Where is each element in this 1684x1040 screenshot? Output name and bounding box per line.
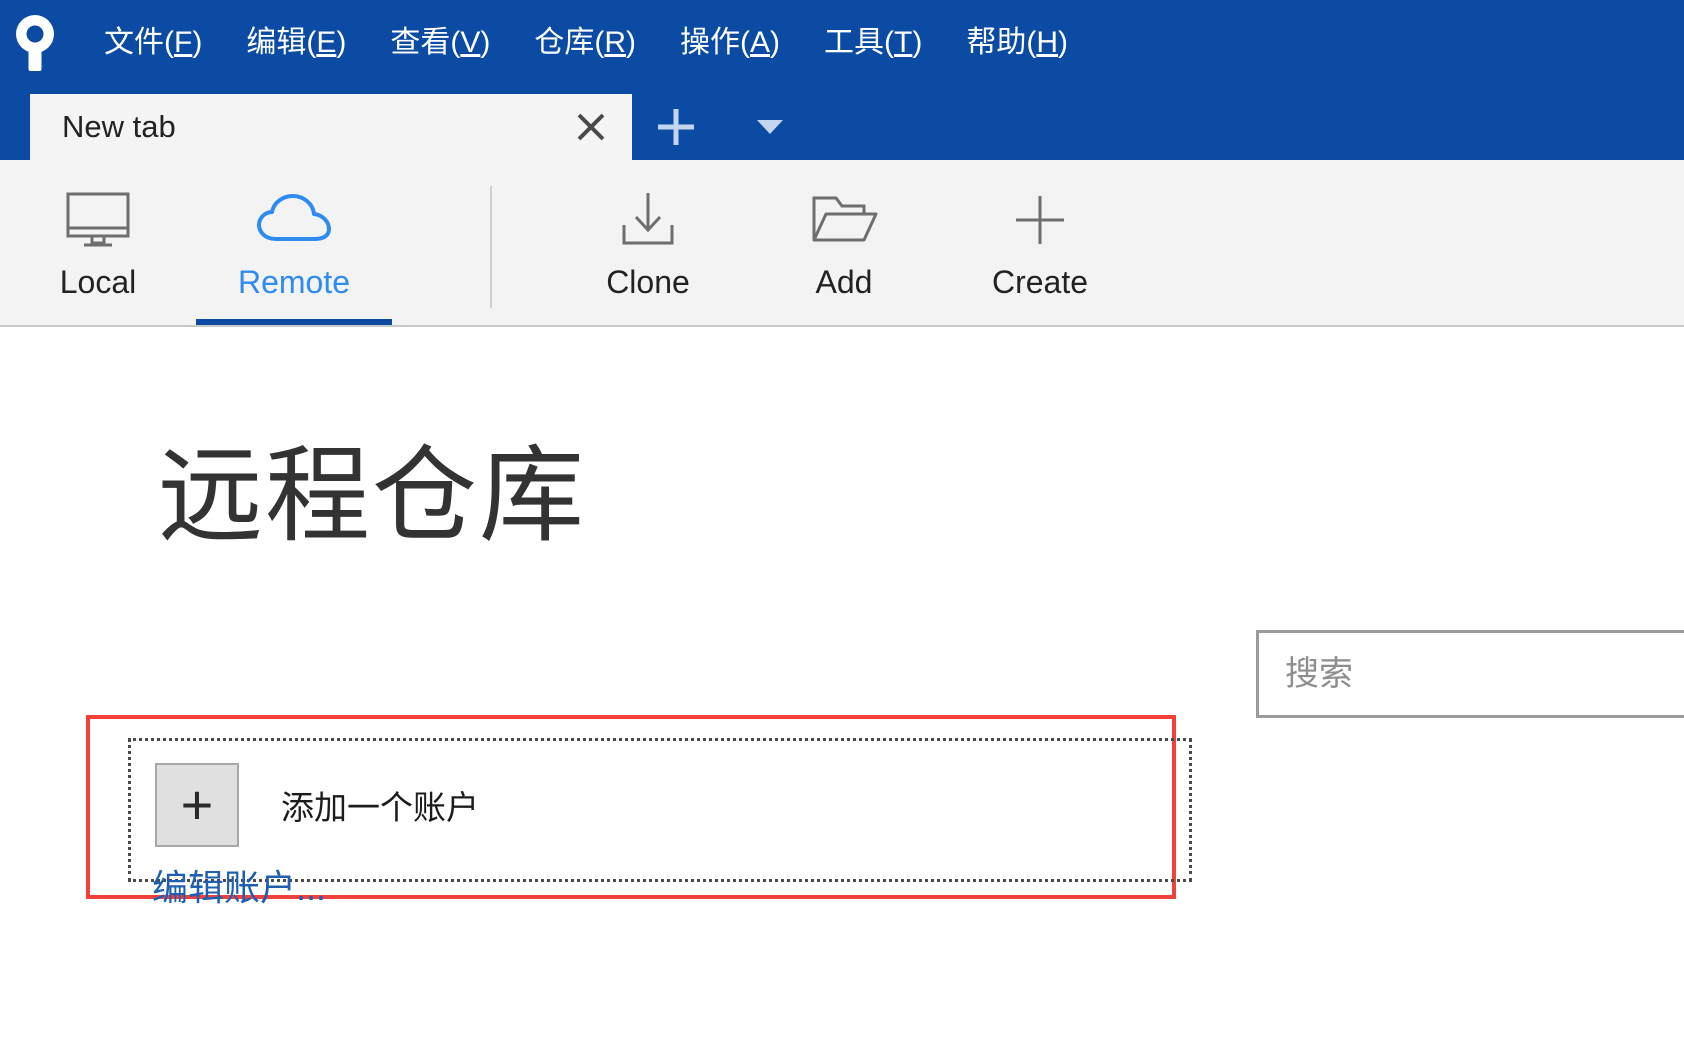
toolbar-button-add[interactable]: Add	[746, 160, 942, 325]
tab-label: New tab	[62, 109, 176, 144]
edit-accounts-link[interactable]: 编辑账户...	[152, 859, 326, 911]
menu-tools-label: 工具	[824, 26, 885, 59]
title-bar: 文件(F) 编辑(E) 查看(V) 仓库(R) 操作(A) 工具(T) 帮助(H…	[0, 0, 1684, 86]
menu-bar: 文件(F) 编辑(E) 查看(V) 仓库(R) 操作(A) 工具(T) 帮助(H…	[82, 0, 1090, 86]
menu-file[interactable]: 文件(F)	[82, 18, 224, 68]
menu-edit-label: 编辑	[246, 26, 307, 59]
menu-repository-accel: R	[604, 26, 627, 59]
toolbar-label-local: Local	[59, 264, 137, 300]
toolbar-button-create[interactable]: Create	[942, 160, 1138, 325]
close-icon[interactable]	[568, 104, 614, 150]
toolbar-right-group: Clone Add Create	[550, 160, 1138, 325]
toolbar-button-clone[interactable]: Clone	[550, 160, 746, 325]
toolbar-divider	[490, 186, 492, 308]
menu-view-accel: V	[460, 26, 481, 59]
menu-edit-accel: E	[316, 26, 337, 59]
add-account-label: 添加一个账户	[281, 789, 479, 826]
menu-help-accel: H	[1036, 26, 1059, 59]
toolbar-button-local[interactable]: Local	[0, 160, 196, 325]
menu-file-accel: F	[174, 26, 193, 59]
download-icon	[616, 184, 680, 256]
menu-help[interactable]: 帮助(H)	[944, 18, 1090, 68]
menu-edit[interactable]: 编辑(E)	[224, 18, 368, 68]
menu-actions-accel: A	[750, 26, 771, 59]
menu-view[interactable]: 查看(V)	[368, 18, 512, 68]
menu-repository-label: 仓库	[534, 26, 595, 59]
search-box[interactable]	[1256, 630, 1684, 718]
cloud-icon	[256, 184, 332, 256]
content-area: 远程仓库 + 添加一个账户 编辑账户...	[0, 329, 1684, 1040]
toolbar-label-create: Create	[991, 264, 1089, 300]
menu-repository[interactable]: 仓库(R)	[512, 18, 658, 68]
toolbar-label-remote: Remote	[237, 264, 351, 300]
add-account-button[interactable]: + 添加一个账户	[155, 763, 479, 847]
plus-icon	[1010, 184, 1070, 256]
tab-strip: New tab	[0, 86, 1684, 160]
menu-tools[interactable]: 工具(T)	[802, 18, 944, 68]
menu-actions[interactable]: 操作(A)	[658, 18, 802, 68]
menu-view-label: 查看	[390, 26, 451, 59]
sourcetree-logo-icon	[0, 0, 70, 86]
tab-new-tab[interactable]: New tab	[30, 94, 632, 160]
toolbar-label-clone: Clone	[606, 264, 690, 300]
main-toolbar: Local Remote Clone Add Create	[0, 160, 1684, 327]
menu-help-label: 帮助	[966, 26, 1027, 59]
menu-tools-accel: T	[894, 26, 913, 59]
menu-file-label: 文件	[104, 26, 164, 59]
monitor-icon	[64, 184, 132, 256]
toolbar-label-add: Add	[815, 264, 873, 300]
page-title: 远程仓库	[158, 438, 587, 555]
plus-icon[interactable]	[646, 94, 706, 160]
toolbar-button-remote[interactable]: Remote	[196, 160, 392, 325]
search-input[interactable]	[1259, 633, 1684, 715]
chevron-down-icon[interactable]	[742, 94, 798, 160]
plus-icon[interactable]: +	[155, 763, 239, 847]
menu-actions-label: 操作	[680, 26, 741, 59]
open-folder-icon	[808, 184, 880, 256]
